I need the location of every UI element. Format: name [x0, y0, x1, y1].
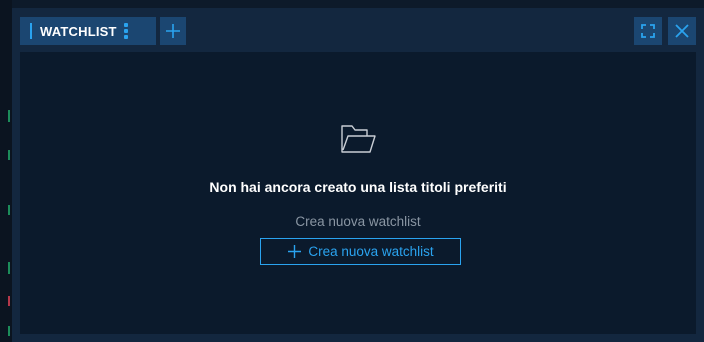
empty-state-subtitle: Crea nuova watchlist — [295, 214, 421, 229]
panel-header: WATCHLIST — [12, 8, 704, 52]
expand-icon — [641, 24, 655, 38]
close-button[interactable] — [668, 17, 696, 45]
tab-label: WATCHLIST — [40, 23, 117, 39]
watchlist-panel: WATCHLIST Non hai ancora creato una list… — [12, 8, 704, 342]
expand-button[interactable] — [634, 17, 662, 45]
tab-watchlist[interactable]: WATCHLIST — [20, 17, 156, 45]
empty-state-area: Non hai ancora creato una lista titoli p… — [20, 52, 696, 334]
add-tab-button[interactable] — [160, 17, 186, 45]
create-watchlist-button[interactable]: Crea nuova watchlist — [260, 238, 461, 265]
plus-icon — [287, 244, 302, 259]
empty-state-title: Non hai ancora creato una lista titoli p… — [209, 179, 507, 195]
plus-icon — [166, 24, 180, 38]
kebab-menu-icon[interactable] — [123, 23, 128, 39]
background-app-strip — [0, 0, 12, 342]
folder-open-icon — [341, 125, 376, 153]
tab-accent-bar — [30, 23, 32, 39]
close-icon — [675, 24, 689, 38]
create-watchlist-label: Crea nuova watchlist — [308, 244, 434, 259]
